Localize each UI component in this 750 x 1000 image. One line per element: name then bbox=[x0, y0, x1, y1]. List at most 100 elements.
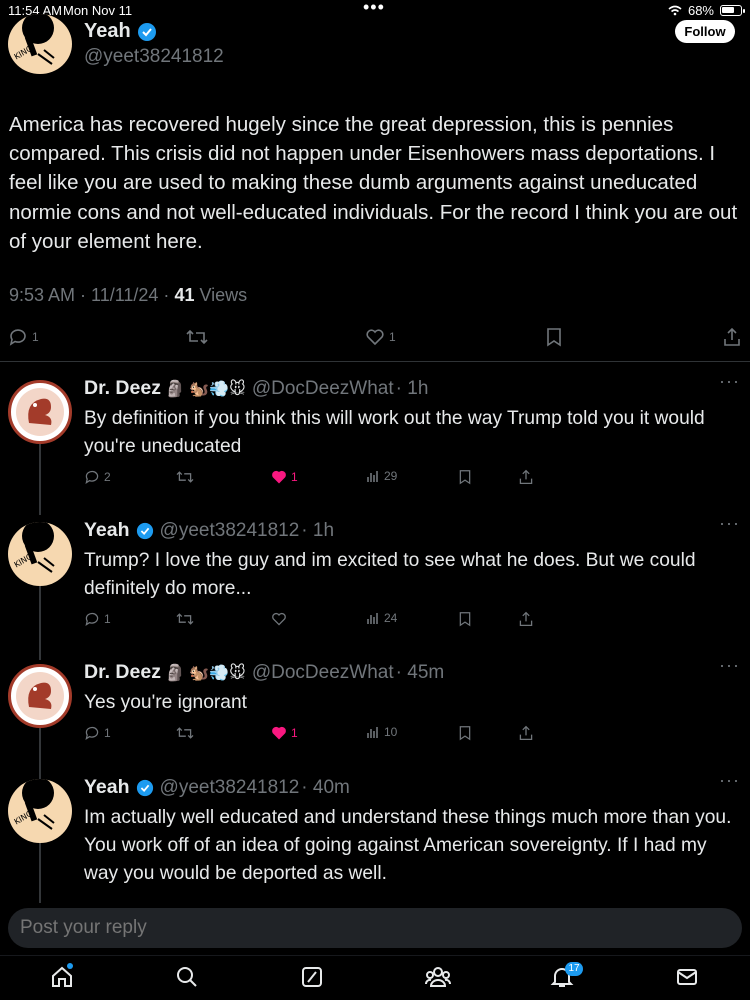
share-button[interactable] bbox=[518, 611, 534, 627]
reply-button[interactable]: 2 bbox=[84, 469, 111, 485]
bookmark-icon bbox=[459, 470, 471, 485]
like-count: 1 bbox=[291, 726, 298, 740]
avatar[interactable] bbox=[8, 380, 72, 444]
reply-text: Trump? I love the guy and im excited to … bbox=[84, 550, 696, 599]
more-options-icon[interactable]: ··· bbox=[719, 513, 740, 534]
reply-time[interactable]: · 1h bbox=[396, 378, 429, 400]
avatar[interactable] bbox=[8, 664, 72, 728]
like-button[interactable] bbox=[271, 611, 287, 627]
retweet-icon bbox=[176, 613, 194, 625]
tweet-action-bar: 1 1 bbox=[0, 325, 750, 349]
tweet-timestamp[interactable]: 9:53 AM · 11/11/24 · bbox=[9, 285, 174, 305]
share-button[interactable] bbox=[518, 725, 534, 741]
reply-button[interactable]: 1 bbox=[84, 611, 111, 627]
author-name[interactable]: Dr. Deez bbox=[84, 661, 161, 684]
author-handle[interactable]: @yeet38241812 bbox=[160, 777, 300, 799]
retweet-button[interactable] bbox=[176, 611, 194, 627]
multitask-dots-icon[interactable]: ••• bbox=[363, 0, 385, 16]
heart-filled-icon bbox=[272, 726, 286, 740]
reply-button[interactable]: 1 bbox=[8, 327, 39, 347]
reply-button[interactable]: 1 bbox=[84, 725, 111, 741]
heart-filled-icon bbox=[272, 470, 286, 484]
svg-text:KING: KING bbox=[13, 552, 35, 570]
share-icon bbox=[519, 725, 533, 741]
grok-icon bbox=[302, 967, 322, 987]
views-button[interactable]: 29 bbox=[366, 469, 397, 483]
status-bar: 11:54 AM Mon Nov 11 ••• 68% bbox=[0, 0, 750, 20]
retweet-button[interactable] bbox=[176, 725, 194, 741]
author-handle[interactable]: @DocDeezWhat bbox=[252, 662, 394, 684]
author-handle[interactable]: @yeet38241812 bbox=[84, 46, 224, 68]
bookmark-button[interactable] bbox=[458, 611, 472, 627]
name-emoji: 🗿 🐿️💨🐭 bbox=[164, 380, 246, 398]
avatar[interactable]: KING bbox=[8, 779, 72, 843]
views-button[interactable]: 24 bbox=[366, 611, 397, 625]
views-button[interactable]: 10 bbox=[366, 725, 397, 739]
status-right: 68% bbox=[668, 3, 745, 18]
like-button[interactable]: 1 bbox=[271, 725, 298, 741]
reply-text: Yes you're ignorant bbox=[84, 692, 247, 713]
bookmark-button[interactable] bbox=[545, 327, 563, 347]
reply-header: Yeah @yeet38241812 · 40m bbox=[84, 776, 350, 799]
follow-button[interactable]: Follow bbox=[675, 20, 735, 43]
reply-tweet[interactable]: Dr. Deez 🗿 🐿️💨🐭 @DocDeezWhat · 45m ··· Y… bbox=[0, 655, 750, 751]
like-count: 1 bbox=[291, 470, 298, 484]
reply-time[interactable]: · 45m bbox=[396, 662, 445, 684]
reply-time[interactable]: · 40m bbox=[301, 777, 350, 799]
avatar[interactable]: KING bbox=[8, 522, 72, 586]
author-handle[interactable]: @yeet38241812 bbox=[160, 520, 300, 542]
nav-grok[interactable] bbox=[300, 965, 326, 991]
reply-tweet[interactable]: Dr. Deez 🗿 🐿️💨🐭 @DocDeezWhat · 1h ··· By… bbox=[0, 371, 750, 497]
like-button[interactable]: 1 bbox=[365, 327, 396, 347]
author-name-text: Yeah bbox=[84, 20, 131, 42]
author-name[interactable]: Yeah bbox=[84, 776, 130, 799]
status-date: Mon Nov 11 bbox=[63, 3, 133, 18]
share-button[interactable] bbox=[722, 327, 742, 347]
bottom-nav bbox=[0, 955, 750, 1000]
bookmark-button[interactable] bbox=[458, 469, 472, 485]
more-options-icon[interactable]: ··· bbox=[719, 371, 740, 392]
nav-home[interactable] bbox=[50, 965, 76, 991]
share-button[interactable] bbox=[518, 469, 534, 485]
heart-icon bbox=[272, 612, 286, 626]
battery-percent: 68% bbox=[687, 3, 714, 18]
heart-icon bbox=[366, 329, 384, 346]
reply-text: By definition if you think this will wor… bbox=[84, 408, 705, 457]
reply-icon bbox=[85, 612, 99, 626]
reply-input[interactable] bbox=[8, 908, 742, 948]
bookmark-icon bbox=[459, 726, 471, 741]
reply-icon bbox=[85, 726, 99, 740]
retweet-button[interactable] bbox=[176, 469, 194, 485]
reply-header: Dr. Deez 🗿 🐿️💨🐭 @DocDeezWhat · 1h bbox=[84, 377, 428, 400]
share-icon bbox=[519, 611, 533, 627]
reply-action-bar: 1 1 10 bbox=[0, 725, 750, 745]
verified-badge-icon bbox=[136, 522, 153, 539]
more-options-icon[interactable]: ··· bbox=[719, 776, 740, 791]
retweet-icon bbox=[186, 329, 208, 345]
reply-count: 1 bbox=[104, 612, 111, 626]
nav-messages[interactable] bbox=[675, 965, 701, 991]
communities-icon bbox=[425, 967, 451, 987]
author-name[interactable]: Yeah bbox=[84, 20, 157, 43]
share-icon bbox=[519, 469, 533, 485]
view-count: 29 bbox=[384, 469, 398, 483]
bookmark-button[interactable] bbox=[458, 725, 472, 741]
reply-tweet[interactable]: KING Yeah @yeet38241812 · 40m ··· Im act… bbox=[0, 776, 750, 900]
reply-text: Im actually well educated and understand… bbox=[84, 807, 732, 884]
retweet-button[interactable] bbox=[186, 327, 208, 347]
more-options-icon[interactable]: ··· bbox=[719, 655, 740, 676]
reply-count: 1 bbox=[104, 726, 111, 740]
reply-tweet[interactable]: KING Yeah @yeet38241812 · 1h ··· Trump? … bbox=[0, 513, 750, 639]
author-handle[interactable]: @DocDeezWhat bbox=[252, 378, 394, 400]
search-icon bbox=[177, 967, 197, 987]
author-name[interactable]: Dr. Deez bbox=[84, 377, 161, 400]
nav-search[interactable] bbox=[175, 965, 201, 991]
nav-communities[interactable] bbox=[425, 965, 451, 991]
author-name[interactable]: Yeah bbox=[84, 519, 130, 542]
mail-icon bbox=[677, 969, 697, 985]
avatar[interactable]: KING bbox=[8, 14, 72, 74]
like-button[interactable]: 1 bbox=[271, 469, 298, 485]
reply-time[interactable]: · 1h bbox=[301, 520, 334, 542]
divider bbox=[0, 361, 750, 362]
svg-text:KING: KING bbox=[13, 44, 35, 62]
